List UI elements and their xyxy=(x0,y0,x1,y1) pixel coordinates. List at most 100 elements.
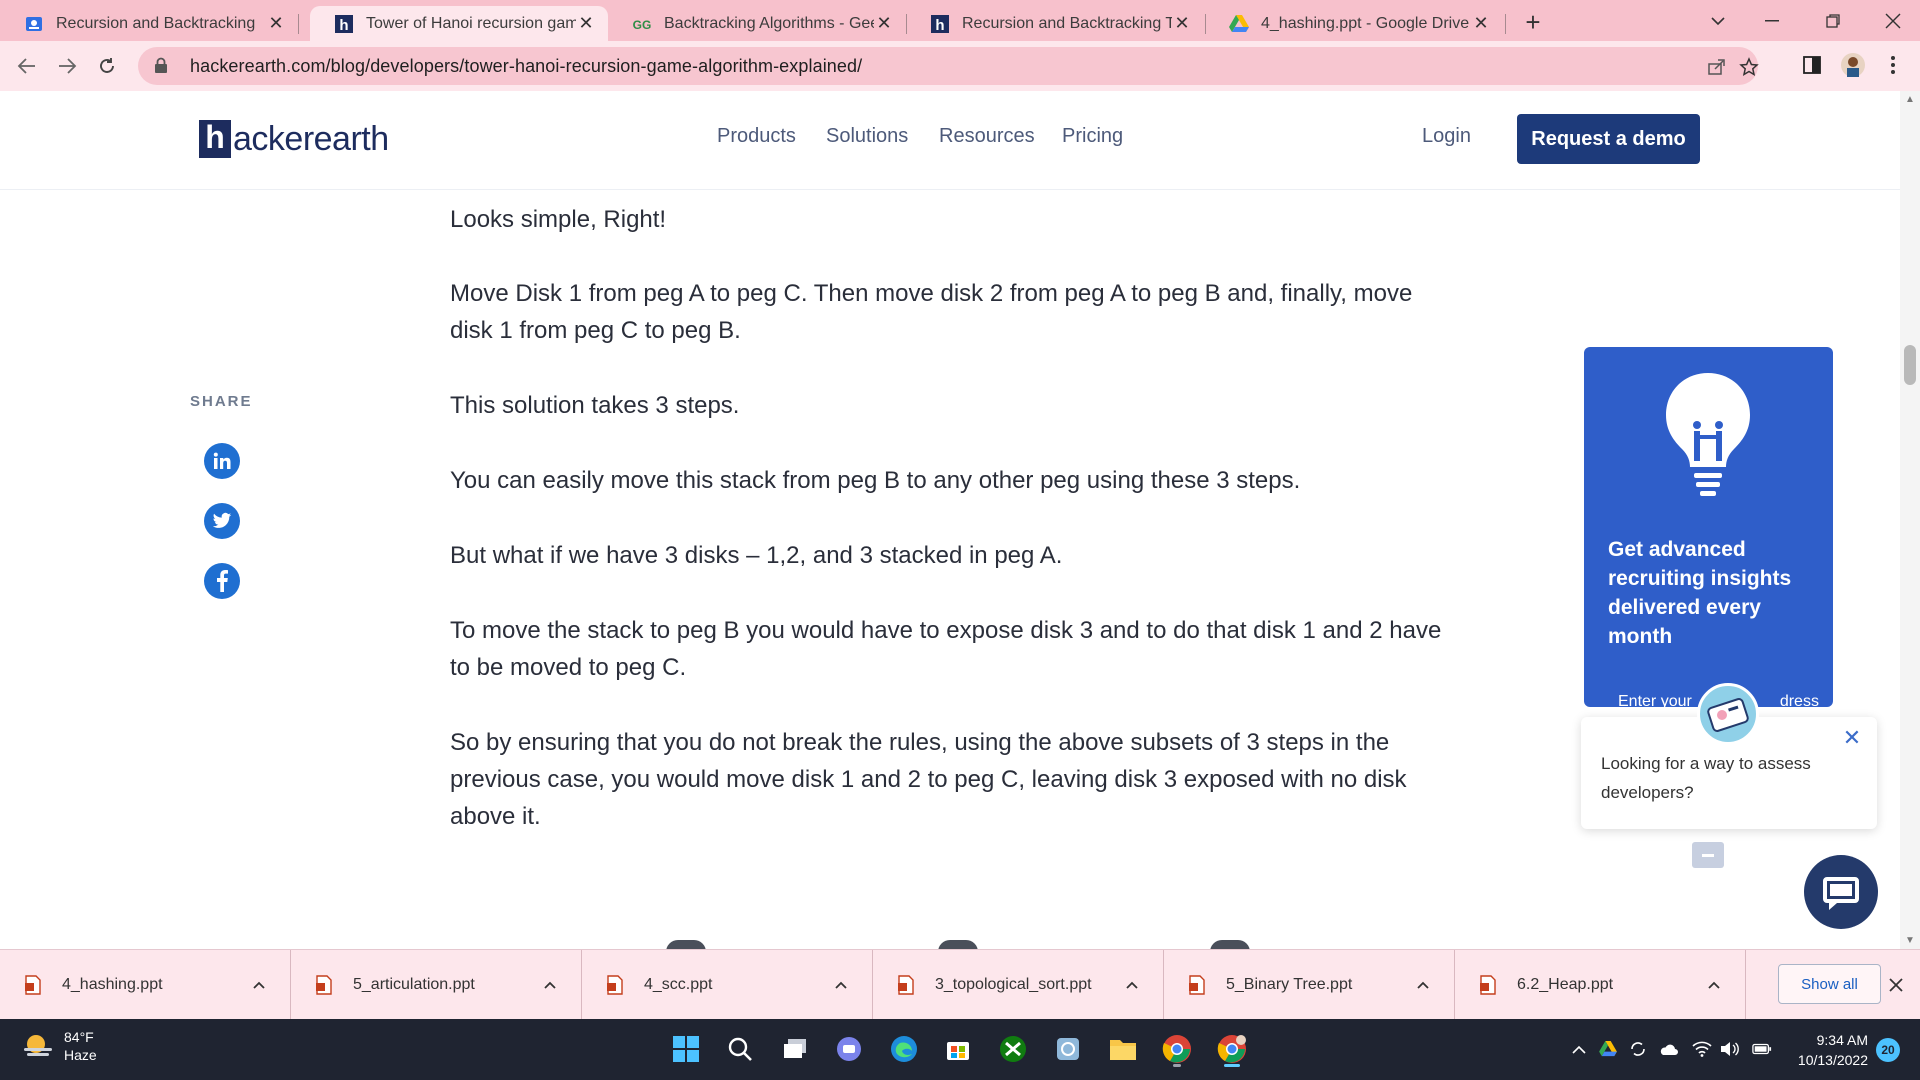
hackerearth-logo[interactable]: h ackerearth xyxy=(199,119,389,159)
new-tab-button[interactable]: + xyxy=(1519,7,1547,37)
svg-text:h: h xyxy=(339,17,348,33)
sync-icon[interactable] xyxy=(1628,1039,1648,1059)
scroll-up-arrow-icon[interactable]: ▲ xyxy=(1904,93,1916,105)
ppt-file-icon xyxy=(1188,975,1208,995)
notification-badge[interactable]: 20 xyxy=(1876,1038,1900,1062)
ppt-file-icon xyxy=(606,975,626,995)
nav-products[interactable]: Products xyxy=(717,125,796,148)
tab-backtracking-geeks[interactable]: GG Backtracking Algorithms - Geeks ✕ xyxy=(608,6,906,41)
close-icon[interactable]: ✕ xyxy=(1471,13,1491,34)
download-item[interactable]: 4_hashing.ppt xyxy=(0,950,291,1020)
profile-avatar-icon[interactable] xyxy=(1840,52,1866,78)
chevron-up-icon[interactable] xyxy=(248,974,270,996)
show-all-downloads-button[interactable]: Show all xyxy=(1778,964,1881,1004)
start-icon[interactable] xyxy=(666,1029,706,1069)
weather-widget[interactable]: 84°F Haze xyxy=(22,1028,97,1064)
url-text[interactable]: hackerearth.com/blog/developers/tower-ha… xyxy=(190,56,862,77)
volume-icon[interactable] xyxy=(1720,1039,1740,1059)
side-panel-icon[interactable] xyxy=(1799,52,1825,78)
photos-icon[interactable] xyxy=(1048,1029,1088,1069)
email-placeholder-end: dress xyxy=(1779,693,1819,707)
microsoft-store-icon[interactable] xyxy=(938,1029,978,1069)
tab-recursion-tutorial[interactable]: h Recursion and Backtracking Tuto ✕ xyxy=(906,6,1204,41)
onedrive-cloud-icon[interactable] xyxy=(1658,1039,1678,1059)
chevron-up-icon[interactable] xyxy=(1121,974,1143,996)
wifi-icon[interactable] xyxy=(1692,1039,1712,1059)
article-paragraph: You can easily move this stack from peg … xyxy=(450,467,1301,494)
xbox-icon[interactable] xyxy=(993,1029,1033,1069)
back-arrow-icon[interactable] xyxy=(13,52,41,80)
edge-browser-icon[interactable] xyxy=(884,1029,924,1069)
download-filename: 3_topological_sort.ppt xyxy=(935,976,1092,993)
share-page-icon[interactable] xyxy=(1706,56,1728,78)
download-item[interactable]: 6.2_Heap.ppt xyxy=(1455,950,1746,1020)
chevron-up-icon[interactable] xyxy=(1412,974,1434,996)
tab-tower-of-hanoi[interactable]: h Tower of Hanoi recursion game a ✕ xyxy=(310,6,608,41)
battery-icon[interactable] xyxy=(1752,1039,1772,1059)
facebook-icon[interactable] xyxy=(204,563,240,599)
clock-time: 9:34 AM xyxy=(1816,1032,1868,1048)
scroll-down-arrow-icon[interactable]: ▼ xyxy=(1904,934,1916,946)
chevron-up-icon[interactable] xyxy=(1569,1039,1589,1059)
download-item[interactable]: 4_scc.ppt xyxy=(582,950,873,1020)
request-demo-button[interactable]: Request a demo xyxy=(1517,114,1700,164)
close-icon[interactable]: ✕ xyxy=(1841,725,1863,750)
close-window-icon[interactable] xyxy=(1876,4,1910,38)
close-icon[interactable]: ✕ xyxy=(266,13,286,34)
download-item[interactable]: 5_Binary Tree.ppt xyxy=(1164,950,1455,1020)
lock-icon[interactable] xyxy=(154,57,172,75)
task-view-icon[interactable] xyxy=(775,1029,815,1069)
chat-launcher-button[interactable] xyxy=(1804,855,1878,929)
tab-recursion-backtracking[interactable]: Recursion and Backtracking ✕ xyxy=(0,6,298,41)
newsletter-card: Get advanced recruiting insights deliver… xyxy=(1584,347,1833,707)
download-filename: 4_scc.ppt xyxy=(644,976,713,993)
chevron-up-icon[interactable] xyxy=(1703,974,1725,996)
omnibox[interactable]: hackerearth.com/blog/developers/tower-ha… xyxy=(138,47,1760,85)
close-icon[interactable]: ✕ xyxy=(1172,13,1192,34)
chevron-up-icon[interactable] xyxy=(539,974,561,996)
geeksforgeeks-icon: GG xyxy=(632,14,652,34)
google-drive-icon xyxy=(1229,14,1249,34)
login-link[interactable]: Login xyxy=(1422,125,1471,148)
restore-icon[interactable] xyxy=(1816,4,1850,38)
download-item[interactable]: 5_articulation.ppt xyxy=(291,950,582,1020)
chat-bot-avatar xyxy=(1697,683,1759,745)
page-scrollbar[interactable]: ▲ ▼ xyxy=(1900,91,1920,949)
close-icon[interactable]: ✕ xyxy=(576,13,596,34)
kebab-menu-icon[interactable] xyxy=(1880,52,1906,78)
nav-solutions[interactable]: Solutions xyxy=(826,125,908,148)
close-icon[interactable] xyxy=(1884,973,1908,997)
nav-resources[interactable]: Resources xyxy=(939,125,1035,148)
nav-pricing[interactable]: Pricing xyxy=(1062,125,1123,148)
tab-title: Backtracking Algorithms - Geeks xyxy=(664,14,874,32)
chevron-up-icon[interactable] xyxy=(830,974,852,996)
share-label: SHARE xyxy=(190,393,253,410)
search-icon[interactable] xyxy=(720,1029,760,1069)
hackerearth-icon: h xyxy=(930,14,950,34)
download-item[interactable]: 3_topological_sort.ppt xyxy=(873,950,1164,1020)
google-drive-tray-icon[interactable] xyxy=(1598,1039,1618,1059)
linkedin-icon[interactable] xyxy=(204,443,240,479)
reload-icon[interactable] xyxy=(93,52,121,80)
tab-title: Recursion and Backtracking Tuto xyxy=(962,14,1172,32)
ppt-file-icon xyxy=(315,975,335,995)
logo-mark: h xyxy=(199,119,231,158)
tab-search-icon[interactable] xyxy=(1701,4,1735,38)
chrome-icon[interactable] xyxy=(1157,1029,1197,1069)
chrome-profile-icon[interactable] xyxy=(1212,1029,1252,1069)
ppt-file-icon xyxy=(1479,975,1499,995)
weather-condition: Haze xyxy=(64,1047,97,1063)
close-icon[interactable]: ✕ xyxy=(874,13,894,34)
chat-minimize-button[interactable] xyxy=(1692,842,1724,868)
system-clock[interactable]: 9:34 AM 10/13/2022 xyxy=(1790,1030,1868,1070)
active-indicator xyxy=(1224,1064,1240,1067)
forward-arrow-icon[interactable] xyxy=(53,52,81,80)
chat-message: Looking for a way to assess developers? xyxy=(1601,754,1811,802)
twitter-icon[interactable] xyxy=(204,503,240,539)
bookmark-star-icon[interactable] xyxy=(1738,56,1760,78)
file-explorer-icon[interactable] xyxy=(1103,1029,1143,1069)
tab-google-drive[interactable]: 4_hashing.ppt - Google Drive ✕ xyxy=(1205,6,1503,41)
scrollbar-thumb[interactable] xyxy=(1904,345,1916,385)
minimize-icon[interactable] xyxy=(1755,4,1789,38)
teams-chat-icon[interactable] xyxy=(829,1029,869,1069)
